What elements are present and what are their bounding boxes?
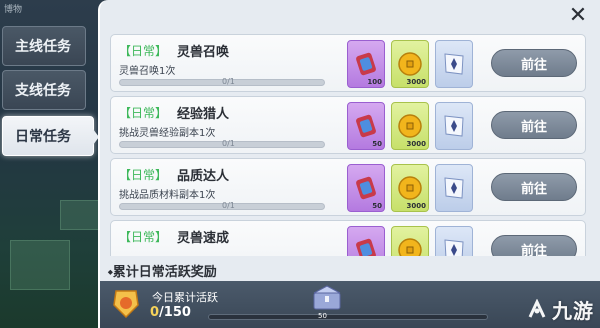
crystal-scroll-icon <box>444 53 464 75</box>
today-activity-label: 今日累计活跃 <box>152 291 218 304</box>
task-description: 挑战灵兽经验副本1次 <box>119 128 216 139</box>
scroll-icon <box>356 114 376 138</box>
task-tab-column: 主线任务 支线任务 日常任务 <box>0 0 100 328</box>
activity-badge-icon <box>113 290 139 319</box>
task-panel: ✕ 【日常】 灵兽召唤 灵兽召唤1次 0/1 100 3000 前往 【日常】 … <box>98 0 600 328</box>
reward-count: 50 <box>372 140 382 148</box>
watermark: 九游 <box>526 295 594 324</box>
reward-count: 3000 <box>406 202 426 210</box>
task-progress-text: 0/1 <box>222 77 235 86</box>
task-row: 【日常】 灵兽速成 前往 <box>110 220 586 256</box>
reward-count: 3000 <box>406 140 426 148</box>
reward-item[interactable] <box>435 40 473 88</box>
tab-side-quests[interactable]: 支线任务 <box>2 70 86 110</box>
task-progress-bar: 0/1 <box>119 139 325 148</box>
task-row: 【日常】 灵兽召唤 灵兽召唤1次 0/1 100 3000 前往 <box>110 34 586 92</box>
task-name: 灵兽速成 <box>177 231 230 246</box>
task-description: 挑战品质材料副本1次 <box>119 190 216 201</box>
task-name: 经验猎人 <box>177 107 230 122</box>
scroll-icon <box>356 52 376 76</box>
nine-game-logo-icon <box>528 298 546 318</box>
reward-item[interactable] <box>391 226 429 256</box>
reward-item[interactable] <box>347 226 385 256</box>
reward-count: 3000 <box>406 78 426 86</box>
goto-button[interactable]: 前往 <box>491 111 577 139</box>
activity-progress-bar <box>208 314 488 320</box>
watermark-text: 九游 <box>552 299 594 323</box>
tab-main-quests[interactable]: 主线任务 <box>2 26 86 66</box>
crystal-scroll-icon <box>444 177 464 199</box>
tab-label: 支线任务 <box>15 83 71 99</box>
reward-item[interactable] <box>435 102 473 150</box>
scroll-icon <box>356 238 376 256</box>
coin-icon <box>398 238 422 256</box>
coin-icon <box>398 114 422 138</box>
activity-bar: 今日累计活跃 0/150 50 <box>100 281 600 328</box>
reward-count: 100 <box>367 78 382 86</box>
reward-item[interactable]: 50 <box>347 164 385 212</box>
goto-button[interactable]: 前往 <box>491 235 577 256</box>
task-name: 灵兽召唤 <box>177 45 230 60</box>
tab-daily-quests[interactable]: 日常任务 <box>2 116 99 156</box>
activity-count: 0/150 <box>150 305 191 320</box>
milestone-value: 50 <box>318 312 327 320</box>
reward-item[interactable] <box>435 226 473 256</box>
reward-item[interactable] <box>435 164 473 212</box>
activity-reward-title-text: 累计日常活跃奖励 <box>112 265 217 280</box>
reward-item[interactable]: 3000 <box>391 40 429 88</box>
goto-button[interactable]: 前往 <box>491 173 577 201</box>
crystal-scroll-icon <box>444 239 464 256</box>
activity-reward-title: ⬩累计日常活跃奖励 <box>108 261 217 280</box>
task-tag: 【日常】 <box>119 44 168 58</box>
close-icon[interactable]: ✕ <box>566 4 590 28</box>
reward-count: 50 <box>372 202 382 210</box>
task-progress-text: 0/1 <box>222 139 235 148</box>
task-list[interactable]: 【日常】 灵兽召唤 灵兽召唤1次 0/1 100 3000 前往 【日常】 经验… <box>110 34 586 256</box>
task-tag: 【日常】 <box>119 168 168 182</box>
task-name: 品质达人 <box>177 169 230 184</box>
reward-item[interactable]: 50 <box>347 102 385 150</box>
coin-icon <box>398 176 422 200</box>
activity-total: /150 <box>159 305 191 320</box>
reward-item[interactable]: 3000 <box>391 164 429 212</box>
goto-button[interactable]: 前往 <box>491 49 577 77</box>
task-row: 【日常】 品质达人 挑战品质材料副本1次 0/1 50 3000 前往 <box>110 158 586 216</box>
activity-current: 0 <box>150 305 160 320</box>
task-progress-bar: 0/1 <box>119 77 325 86</box>
task-progress-text: 0/1 <box>222 201 235 210</box>
reward-item[interactable]: 3000 <box>391 102 429 150</box>
reward-item[interactable]: 100 <box>347 40 385 88</box>
reward-chest-icon[interactable] <box>310 283 344 313</box>
task-tag: 【日常】 <box>119 230 168 244</box>
scroll-icon <box>356 176 376 200</box>
task-description: 灵兽召唤1次 <box>119 66 176 77</box>
tab-label: 日常任务 <box>15 129 71 145</box>
tab-label: 主线任务 <box>15 39 71 55</box>
task-tag: 【日常】 <box>119 106 168 120</box>
coin-icon <box>398 52 422 76</box>
task-progress-bar: 0/1 <box>119 201 325 210</box>
task-row: 【日常】 经验猎人 挑战灵兽经验副本1次 0/1 50 3000 前往 <box>110 96 586 154</box>
crystal-scroll-icon <box>444 115 464 137</box>
